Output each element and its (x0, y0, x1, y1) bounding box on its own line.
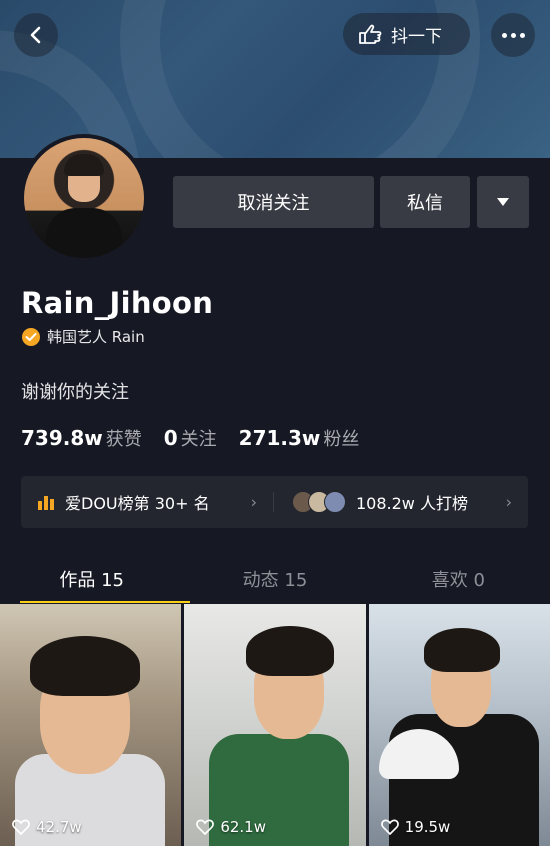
unfollow-button[interactable]: 取消关注 (173, 176, 374, 228)
stat-value: 739.8w (21, 426, 103, 450)
supporter-avatars (292, 491, 346, 513)
heart-icon (12, 819, 30, 835)
stat-followers[interactable]: 271.3w 粉丝 (239, 425, 360, 451)
like-count: 42.7w (12, 818, 82, 836)
shake-label: 抖一下 (391, 26, 442, 47)
rank-text: 爱DOU榜第 30+ 名 (65, 494, 210, 513)
bar-chart-icon (38, 496, 54, 510)
verified-check-icon (22, 327, 40, 346)
video-thumbnail[interactable]: 19.5w (368, 604, 550, 846)
avatar[interactable] (20, 134, 148, 262)
video-grid: 42.7w 62.1w 19.5w (0, 604, 550, 846)
stat-following[interactable]: 0 关注 (164, 425, 217, 451)
stats-row: 739.8w 获赞 0 关注 271.3w 粉丝 (21, 425, 359, 451)
like-count-value: 62.1w (220, 818, 266, 836)
active-tab-indicator (20, 601, 190, 603)
video-thumbnail[interactable]: 62.1w (184, 604, 366, 846)
tab-works[interactable]: 作品 15 (0, 556, 183, 602)
dropdown-button[interactable] (477, 176, 529, 228)
like-count-value: 42.7w (36, 818, 82, 836)
chevron-right-icon: › (250, 492, 257, 512)
idol-rank-bar: 爱DOU榜第 30+ 名 › 108.2w 人打榜 › (21, 476, 528, 528)
verified-label: 韩国艺人 Rain (47, 328, 145, 346)
stat-label: 粉丝 (323, 429, 360, 450)
bio: 谢谢你的关注 (21, 382, 129, 403)
stat-value: 271.3w (238, 426, 321, 450)
heart-icon (380, 819, 399, 835)
caret-down-icon (497, 198, 509, 206)
content-tabs: 作品 15 动态 15 喜欢 0 (0, 556, 550, 602)
shake-button[interactable]: 抖一下 (343, 13, 470, 55)
stat-likes[interactable]: 739.8w 获赞 (21, 425, 142, 451)
heart-icon (196, 819, 215, 835)
hand-point-icon (359, 24, 382, 44)
tab-moments[interactable]: 动态 15 (183, 556, 366, 602)
message-button[interactable]: 私信 (380, 176, 470, 228)
verified-badge: 韩国艺人 Rain (21, 326, 145, 347)
video-thumbnail[interactable]: 42.7w (0, 604, 182, 846)
chevron-left-icon (30, 26, 41, 44)
like-count: 62.1w (196, 818, 266, 836)
like-count-value: 19.5w (404, 818, 451, 836)
back-button[interactable] (14, 13, 58, 57)
stat-label: 获赞 (105, 429, 142, 450)
support-rank-link[interactable]: 108.2w 人打榜 › (274, 490, 528, 514)
username: Rain_Jihoon (21, 286, 214, 320)
like-count: 19.5w (380, 818, 451, 836)
stat-label: 关注 (180, 429, 217, 450)
avatar (324, 491, 346, 513)
avatar-image (24, 138, 144, 258)
tab-likes[interactable]: 喜欢 0 (367, 556, 550, 602)
more-button[interactable] (491, 13, 535, 57)
stat-value: 0 (163, 426, 178, 450)
chevron-right-icon: › (505, 492, 512, 512)
more-dots-icon (501, 32, 525, 38)
idol-rank-link[interactable]: 爱DOU榜第 30+ 名 › (21, 490, 273, 514)
support-text: 108.2w 人打榜 (356, 494, 468, 513)
